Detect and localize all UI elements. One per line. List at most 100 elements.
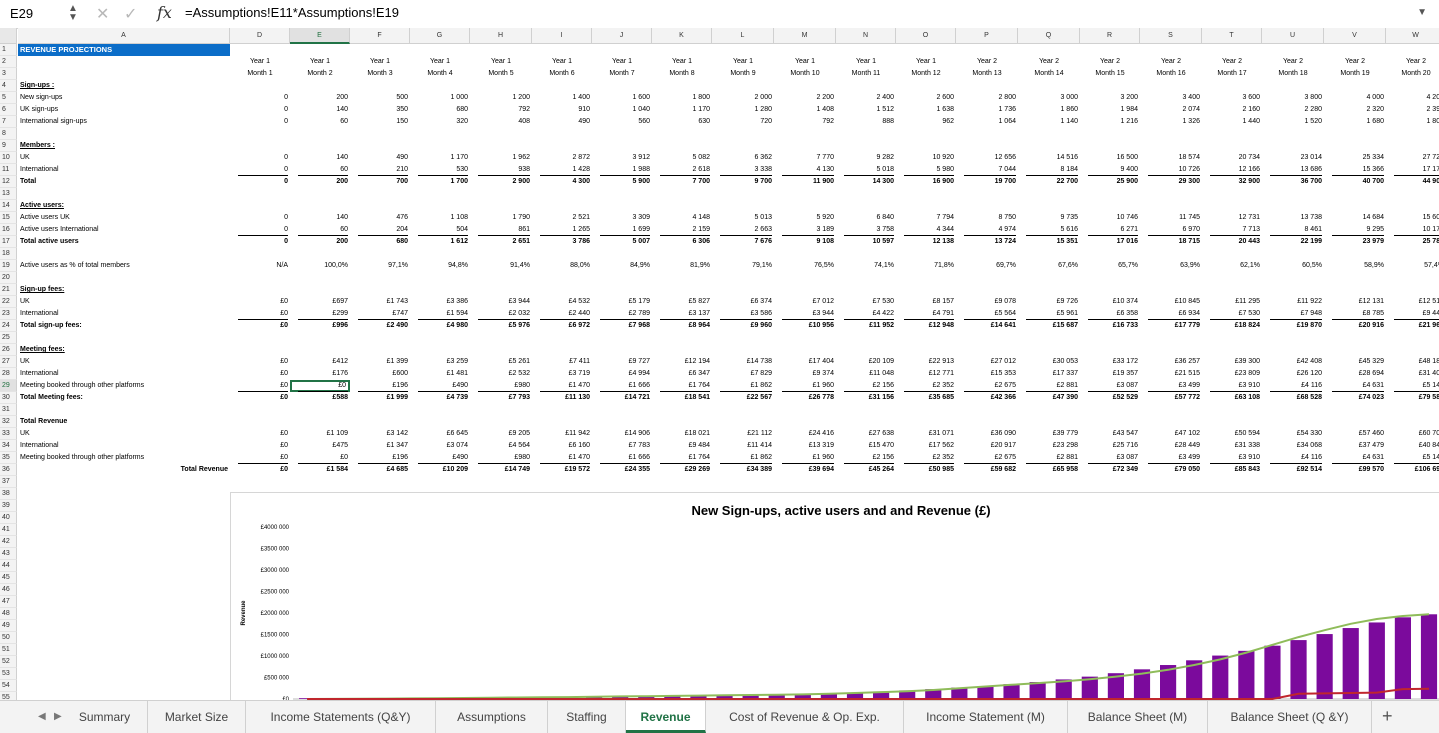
data-cell[interactable]: 2 394 bbox=[1386, 104, 1439, 116]
data-cell[interactable]: £1 743 bbox=[350, 296, 410, 308]
data-cell[interactable]: £59 682 bbox=[956, 464, 1018, 476]
chevron-down-icon[interactable]: ▼ bbox=[1417, 7, 1427, 18]
data-cell[interactable]: £36 090 bbox=[956, 428, 1018, 440]
row-header-50[interactable]: 50 bbox=[0, 632, 17, 644]
data-cell[interactable]: 680 bbox=[410, 104, 470, 116]
data-cell[interactable]: £18 021 bbox=[652, 428, 712, 440]
row-header-12[interactable]: 12 bbox=[0, 176, 17, 188]
data-cell[interactable]: 4 300 bbox=[532, 176, 592, 188]
data-cell[interactable]: £25 716 bbox=[1080, 440, 1140, 452]
row-header-41[interactable]: 41 bbox=[0, 524, 17, 536]
row-header-1[interactable]: 1 bbox=[0, 44, 17, 56]
data-cell[interactable]: £8 964 bbox=[652, 320, 712, 332]
data-cell[interactable]: £57 460 bbox=[1324, 428, 1386, 440]
data-cell[interactable]: £35 685 bbox=[896, 392, 956, 404]
data-cell[interactable]: 12 731 bbox=[1202, 212, 1262, 224]
data-cell[interactable]: 57,4% bbox=[1386, 260, 1439, 272]
data-cell[interactable]: 5 013 bbox=[712, 212, 774, 224]
data-cell[interactable]: 1 790 bbox=[470, 212, 532, 224]
row-header-11[interactable]: 11 bbox=[0, 164, 17, 176]
row-header-44[interactable]: 44 bbox=[0, 560, 17, 572]
tab-market-size[interactable]: Market Size bbox=[148, 701, 246, 733]
data-cell[interactable]: £5 827 bbox=[652, 296, 712, 308]
data-cell[interactable]: 1 860 bbox=[1018, 104, 1080, 116]
data-cell[interactable]: 3 000 bbox=[1018, 92, 1080, 104]
data-cell[interactable]: 680 bbox=[350, 236, 410, 248]
data-cell[interactable]: £43 547 bbox=[1080, 428, 1140, 440]
row-header-7[interactable]: 7 bbox=[0, 116, 17, 128]
data-cell[interactable]: 6 306 bbox=[652, 236, 712, 248]
data-cell[interactable]: £85 843 bbox=[1202, 464, 1262, 476]
data-cell[interactable]: 4 200 bbox=[1386, 92, 1439, 104]
data-cell[interactable]: 476 bbox=[350, 212, 410, 224]
data-cell[interactable]: £3 074 bbox=[410, 440, 470, 452]
row-header-10[interactable]: 10 bbox=[0, 152, 17, 164]
data-cell[interactable]: £0 bbox=[230, 428, 290, 440]
data-cell[interactable]: £14 721 bbox=[592, 392, 652, 404]
data-cell[interactable]: £30 053 bbox=[1018, 356, 1080, 368]
data-cell[interactable]: £74 023 bbox=[1324, 392, 1386, 404]
data-cell[interactable]: £54 330 bbox=[1262, 428, 1324, 440]
data-cell[interactable]: £0 bbox=[230, 440, 290, 452]
data-cell[interactable]: 19 700 bbox=[956, 176, 1018, 188]
data-cell[interactable]: 4 148 bbox=[652, 212, 712, 224]
row-header-38[interactable]: 38 bbox=[0, 488, 17, 500]
data-cell[interactable]: £15 470 bbox=[836, 440, 896, 452]
data-cell[interactable]: £4 739 bbox=[410, 392, 470, 404]
data-cell[interactable]: 3 786 bbox=[532, 236, 592, 248]
data-cell[interactable]: £10 374 bbox=[1080, 296, 1140, 308]
data-cell[interactable]: 94,8% bbox=[410, 260, 470, 272]
data-cell[interactable]: 29 300 bbox=[1140, 176, 1202, 188]
data-cell[interactable]: £6 160 bbox=[532, 440, 592, 452]
data-cell[interactable]: 10 597 bbox=[836, 236, 896, 248]
row-header-28[interactable]: 28 bbox=[0, 368, 17, 380]
data-cell[interactable]: 11 745 bbox=[1140, 212, 1202, 224]
data-cell[interactable]: £42 408 bbox=[1262, 356, 1324, 368]
column-header-a[interactable]: A bbox=[18, 28, 230, 44]
data-cell[interactable]: £27 012 bbox=[956, 356, 1018, 368]
data-cell[interactable]: 18 715 bbox=[1140, 236, 1202, 248]
data-cell[interactable]: 12 138 bbox=[896, 236, 956, 248]
data-cell[interactable]: 630 bbox=[652, 116, 712, 128]
data-cell[interactable]: £0 bbox=[230, 464, 290, 476]
row-header-27[interactable]: 27 bbox=[0, 356, 17, 368]
data-cell[interactable]: 2 074 bbox=[1140, 104, 1202, 116]
data-cell[interactable]: 23 979 bbox=[1324, 236, 1386, 248]
data-cell[interactable]: 40 700 bbox=[1324, 176, 1386, 188]
data-cell[interactable]: £14 749 bbox=[470, 464, 532, 476]
data-cell[interactable]: £7 783 bbox=[592, 440, 652, 452]
data-cell[interactable]: 91,4% bbox=[470, 260, 532, 272]
data-cell[interactable]: £19 870 bbox=[1262, 320, 1324, 332]
row-header-36[interactable]: 36 bbox=[0, 464, 17, 476]
data-cell[interactable]: 3 309 bbox=[592, 212, 652, 224]
data-cell[interactable]: £3 719 bbox=[532, 368, 592, 380]
data-cell[interactable]: £11 952 bbox=[836, 320, 896, 332]
column-header-n[interactable]: N bbox=[836, 28, 896, 44]
data-cell[interactable]: £11 942 bbox=[532, 428, 592, 440]
prev-sheet-icon[interactable]: ◀ bbox=[38, 701, 46, 733]
data-cell[interactable]: 17 016 bbox=[1080, 236, 1140, 248]
data-cell[interactable]: 200 bbox=[290, 176, 350, 188]
row-header-19[interactable]: 19 bbox=[0, 260, 17, 272]
data-cell[interactable]: 1 000 bbox=[410, 92, 470, 104]
data-cell[interactable]: £7 968 bbox=[592, 320, 652, 332]
data-cell[interactable]: £6 374 bbox=[712, 296, 774, 308]
row-header-6[interactable]: 6 bbox=[0, 104, 17, 116]
data-cell[interactable]: £24 355 bbox=[592, 464, 652, 476]
data-cell[interactable]: 1 638 bbox=[896, 104, 956, 116]
data-cell[interactable]: £3 386 bbox=[410, 296, 470, 308]
row-header-15[interactable]: 15 bbox=[0, 212, 17, 224]
data-cell[interactable]: 97,1% bbox=[350, 260, 410, 272]
row-header-29[interactable]: 29 bbox=[0, 380, 17, 392]
data-cell[interactable]: £6 972 bbox=[532, 320, 592, 332]
data-cell[interactable]: £20 917 bbox=[956, 440, 1018, 452]
data-cell[interactable]: 3 600 bbox=[1202, 92, 1262, 104]
data-cell[interactable]: £3 259 bbox=[410, 356, 470, 368]
column-header-o[interactable]: O bbox=[896, 28, 956, 44]
data-cell[interactable]: £15 687 bbox=[1018, 320, 1080, 332]
column-header-h[interactable]: H bbox=[470, 28, 532, 44]
data-cell[interactable]: £2 532 bbox=[470, 368, 532, 380]
data-cell[interactable]: 792 bbox=[774, 116, 836, 128]
data-cell[interactable]: £18 541 bbox=[652, 392, 712, 404]
data-cell[interactable]: £5 261 bbox=[470, 356, 532, 368]
